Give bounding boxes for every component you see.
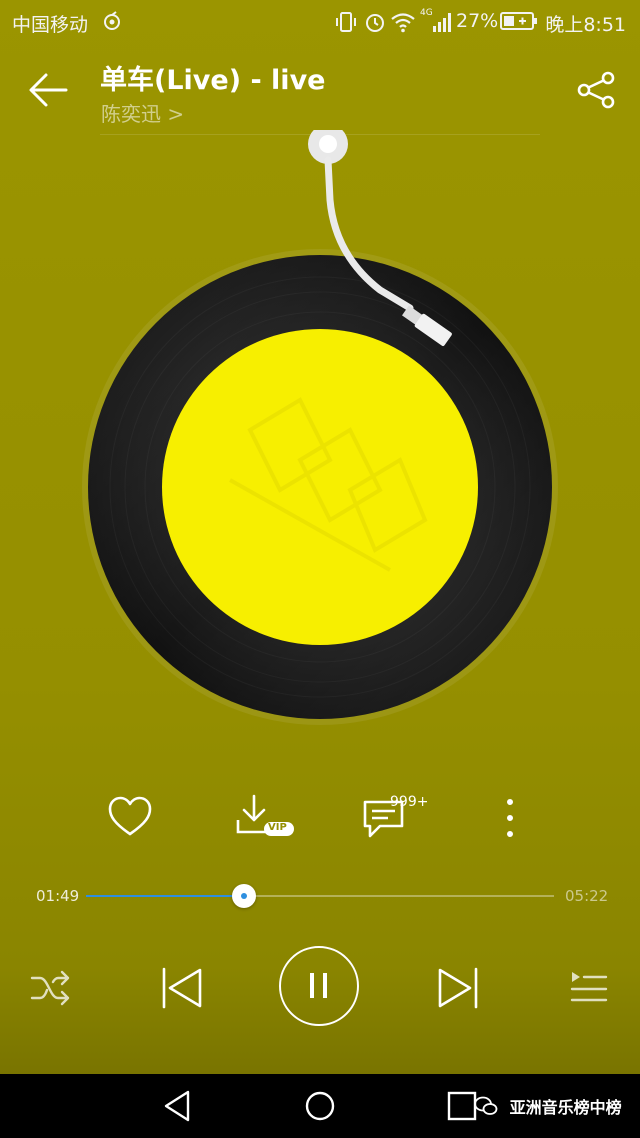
playlist-icon[interactable] xyxy=(568,968,610,1008)
system-nav-bar: 亚洲音乐榜中榜 xyxy=(0,1074,640,1138)
netease-icon xyxy=(104,11,120,30)
watermark: 亚洲音乐榜中榜 xyxy=(474,1094,622,1118)
current-time: 01:49 xyxy=(36,887,80,905)
battery-percent: 27% xyxy=(456,10,499,32)
album-label xyxy=(162,329,478,645)
progress-fill xyxy=(86,895,245,897)
progress-bar: 01:49 05:22 xyxy=(0,870,640,920)
download-icon[interactable] xyxy=(234,790,296,850)
vinyl-disc xyxy=(82,130,558,725)
pause-icon xyxy=(310,973,327,998)
comment-count: 999+ xyxy=(390,794,429,810)
alarm-icon xyxy=(366,14,384,32)
network-type: 4G xyxy=(420,8,433,18)
battery-icon xyxy=(500,12,537,30)
favorite-heart-icon[interactable] xyxy=(108,790,152,850)
clock: 晚上8:51 xyxy=(545,14,626,36)
share-icon[interactable] xyxy=(574,70,620,110)
pause-button[interactable] xyxy=(279,946,359,1026)
vip-badge: VIP xyxy=(268,822,287,833)
artist-link[interactable]: 陈奕迅 > xyxy=(101,98,184,127)
previous-track-icon[interactable] xyxy=(160,966,204,1010)
shuffle-icon[interactable] xyxy=(30,968,72,1008)
nav-home-icon[interactable] xyxy=(300,1086,340,1126)
action-row: VIP 999+ xyxy=(0,790,640,850)
wechat-icon xyxy=(474,1096,498,1115)
back-arrow-icon[interactable] xyxy=(26,70,72,110)
vibrate-icon xyxy=(336,12,356,32)
player-header: 单车(Live) - live 陈奕迅 > xyxy=(0,44,640,136)
more-options-icon[interactable] xyxy=(500,790,520,850)
status-bar: 中国移动 4G 27% 晚上8:51 xyxy=(0,0,640,44)
wifi-icon xyxy=(391,13,415,33)
nav-back-icon[interactable] xyxy=(158,1086,198,1126)
playback-controls xyxy=(0,940,640,1040)
total-time: 05:22 xyxy=(565,887,609,905)
next-track-icon[interactable] xyxy=(436,966,480,1010)
watermark-text: 亚洲音乐榜中榜 xyxy=(509,1098,622,1117)
progress-thumb[interactable] xyxy=(232,884,257,908)
progress-track[interactable] xyxy=(86,884,554,908)
signal-icon xyxy=(433,13,451,32)
carrier-name: 中国移动 xyxy=(12,14,89,36)
song-title: 单车(Live) - live xyxy=(100,65,326,96)
